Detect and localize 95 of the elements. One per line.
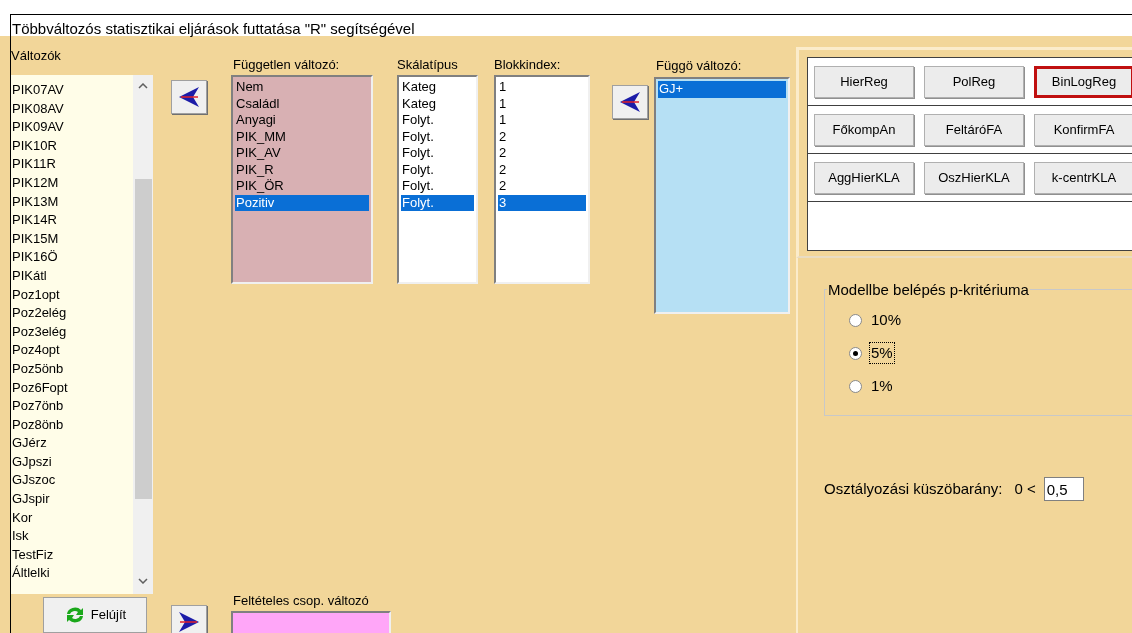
list-item[interactable]: Poz8önb: [12, 415, 64, 435]
independent-list[interactable]: Nem Családl Anyagi PIK_MM PIK_AV PIK_R PIK_ÖR Pozitiv: [231, 75, 373, 284]
list-item[interactable]: PIK10R: [12, 136, 57, 156]
scale-type-label: Skálatípus: [397, 57, 458, 73]
left-arrow-icon: [619, 91, 641, 113]
method-button[interactable]: BinLogReg: [1034, 65, 1132, 98]
method-button[interactable]: KonfirmFA: [1034, 113, 1132, 146]
list-item[interactable]: PIK12M: [12, 173, 59, 193]
radio-option[interactable]: 10%: [849, 310, 903, 330]
list-item[interactable]: 1: [498, 95, 586, 112]
method-button[interactable]: HierReg: [814, 65, 914, 98]
scrollbar[interactable]: [133, 75, 153, 595]
conditional-label: Feltételes csop. változó: [232, 593, 369, 609]
method-button[interactable]: PolReg: [924, 65, 1024, 98]
independent-label: Független változó:: [232, 57, 340, 73]
list-item[interactable]: Poz2elég: [12, 304, 67, 323]
list-item[interactable]: PIK09AV: [12, 118, 64, 137]
list-item[interactable]: 1: [498, 112, 586, 129]
move-left-button[interactable]: [171, 80, 207, 114]
radio-button[interactable]: [849, 379, 862, 393]
scrollbar-thumb[interactable]: [134, 179, 152, 499]
radio-button[interactable]: [849, 313, 862, 327]
right-arrow-icon: [178, 611, 200, 633]
list-item[interactable]: 2: [498, 145, 586, 162]
radio-option[interactable]: 5%: [849, 343, 894, 363]
list-item[interactable]: Folyt.: [401, 112, 474, 129]
list-item[interactable]: Pozitiv: [235, 194, 369, 211]
list-item[interactable]: 2: [498, 178, 586, 195]
up-chevron-icon[interactable]: [138, 83, 148, 89]
refresh-button[interactable]: Felújít: [43, 597, 147, 633]
list-item[interactable]: Poz5önb: [12, 359, 64, 379]
method-button[interactable]: k-centrKLA: [1034, 161, 1132, 194]
method-button[interactable]: FeltáróFA: [924, 113, 1024, 146]
list-item[interactable]: 1: [498, 79, 586, 96]
list-item[interactable]: PIK_ÖR: [235, 178, 369, 195]
move-left-button[interactable]: [612, 85, 648, 119]
variables-list[interactable]: PIK07AV PIK08AV PIK09AV PIK10R PIK11R PIK12M PIK13M PIK14R PIK15M PIK16Ö PIKátl Poz1opt Poz2elég Poz3elég Poz4opt Poz5önb Poz6Fopt Poz7önb Poz8önb GJérz GJpszi GJszoc GJspir Kor Isk TestFiz Áltlelki: [11, 75, 153, 595]
list-item[interactable]: TestFiz: [12, 545, 54, 565]
list-item[interactable]: 2: [498, 161, 586, 178]
list-item[interactable]: 3: [498, 194, 586, 211]
list-item[interactable]: GJszoc: [12, 471, 56, 491]
down-chevron-icon[interactable]: [138, 578, 148, 585]
list-item[interactable]: Folyt.: [401, 161, 474, 178]
list-item[interactable]: Folyt.: [401, 194, 474, 211]
threshold-prefix: 0 <: [1014, 478, 1036, 499]
list-item[interactable]: Folyt.: [401, 178, 474, 195]
list-item[interactable]: PIK07AV: [12, 81, 64, 100]
list-item[interactable]: PIK_R: [235, 161, 369, 178]
variables-label: Változók: [11, 48, 61, 64]
list-item[interactable]: PIK16Ö: [12, 248, 58, 267]
list-item[interactable]: Poz6Fopt: [12, 378, 68, 398]
list-item[interactable]: Poz4opt: [12, 341, 60, 360]
list-item[interactable]: PIK_AV: [235, 145, 369, 162]
list-item[interactable]: GJ+: [658, 81, 786, 98]
list-item[interactable]: Kor: [12, 508, 33, 528]
list-item[interactable]: 2: [498, 128, 586, 145]
block-index-label: Blokkindex:: [494, 57, 561, 73]
dependent-label: Függö változó:: [655, 58, 742, 74]
list-item[interactable]: PIK_MM: [235, 128, 369, 145]
list-item[interactable]: Kateg: [401, 79, 474, 96]
scale-type-list[interactable]: Kateg Kateg Folyt. Folyt. Folyt. Folyt. Folyt. Folyt.: [397, 75, 478, 284]
list-item[interactable]: PIK08AV: [12, 99, 64, 119]
list-item[interactable]: PIK14R: [12, 211, 57, 230]
list-item[interactable]: Családl: [235, 95, 369, 112]
list-item[interactable]: Nem: [235, 79, 369, 96]
list-item[interactable]: PIK15M: [12, 229, 59, 249]
method-button[interactable]: FőkompAn: [814, 113, 914, 146]
threshold-label: Osztályozási küszöbarány:: [824, 478, 1003, 499]
left-arrow-icon: [178, 86, 200, 108]
threshold-field[interactable]: 0,5: [1043, 477, 1084, 501]
move-right-button[interactable]: [171, 605, 207, 633]
list-item[interactable]: PIK11R: [12, 155, 56, 174]
list-item[interactable]: GJspir: [12, 490, 50, 509]
group-title: Modellbe belépés p-kritériuma: [827, 281, 1030, 298]
list-item[interactable]: PIKátl: [12, 266, 47, 286]
list-item[interactable]: GJérz: [12, 434, 47, 453]
list-item[interactable]: Folyt.: [401, 128, 474, 145]
list-item[interactable]: Folyt.: [401, 145, 474, 162]
dependent-list[interactable]: GJ+: [654, 77, 790, 314]
block-index-list[interactable]: 1 1 1 2 2 2 2 3: [494, 75, 590, 284]
method-button[interactable]: OszHierKLA: [924, 161, 1024, 194]
window-title: Többváltozós statisztikai eljárások futtatása "R" segítségével: [12, 20, 415, 37]
list-item[interactable]: Anyagi: [235, 112, 369, 129]
radio-option[interactable]: 1%: [849, 376, 894, 396]
radio-button[interactable]: [849, 346, 862, 360]
list-item[interactable]: Poz7önb: [12, 397, 64, 416]
list-item[interactable]: Áltlelki: [12, 564, 50, 584]
list-item[interactable]: GJpszi: [12, 452, 52, 472]
list-item[interactable]: Poz1opt: [12, 285, 60, 305]
conditional-field[interactable]: [231, 611, 391, 633]
method-button[interactable]: AggHierKLA: [814, 161, 914, 194]
list-item[interactable]: Poz3elég: [12, 322, 67, 342]
list-item[interactable]: Isk: [12, 527, 29, 546]
list-item[interactable]: Kateg: [401, 95, 474, 112]
list-item[interactable]: PIK13M: [12, 192, 59, 212]
